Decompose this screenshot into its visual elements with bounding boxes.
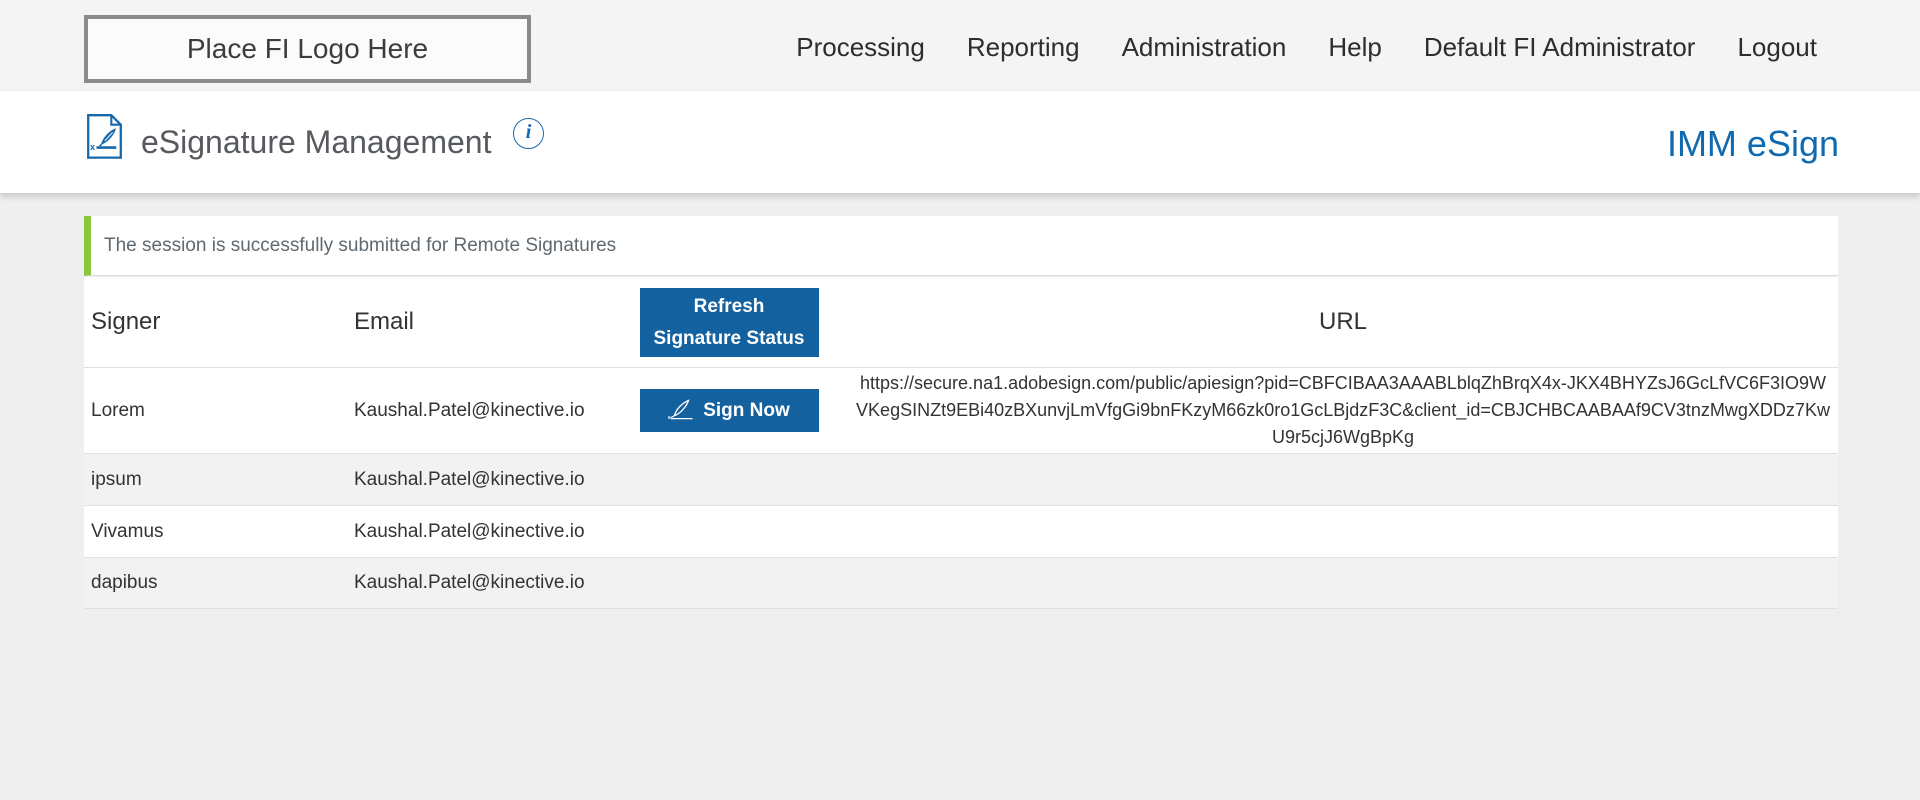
- svg-text:x: x: [90, 142, 95, 152]
